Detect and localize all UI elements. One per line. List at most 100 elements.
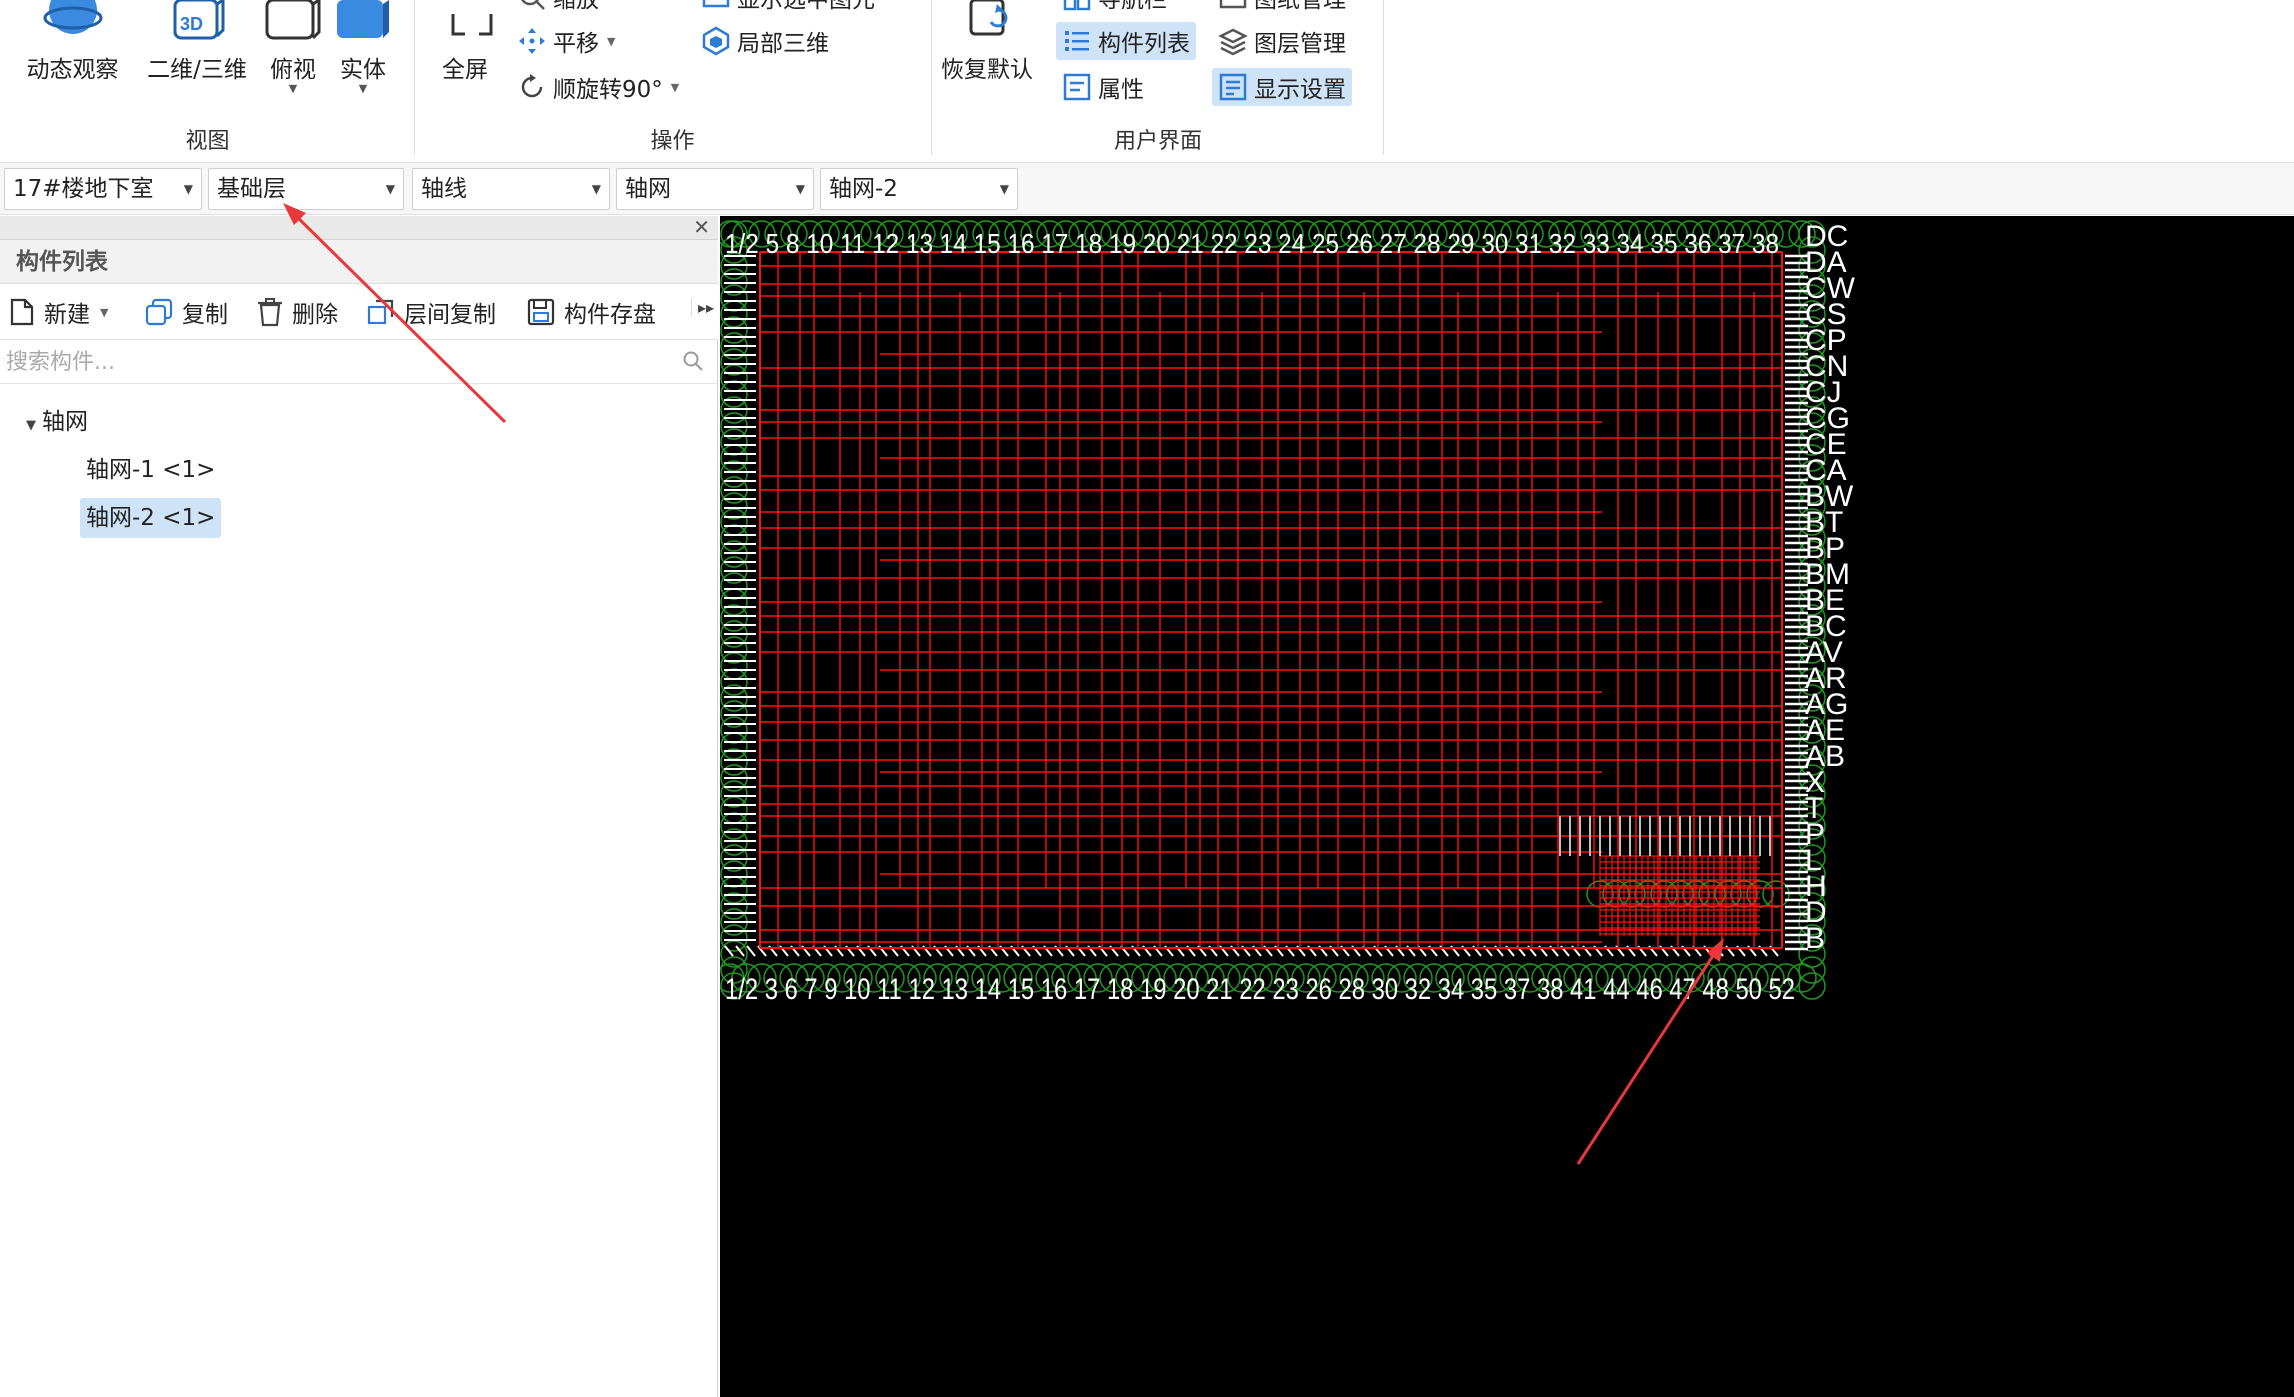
axis-bubble: [720, 316, 748, 344]
delete-button[interactable]: 删除: [256, 294, 338, 330]
floor-select[interactable]: 基础层 ▼: [208, 168, 404, 210]
category-select[interactable]: 轴线 ▼: [412, 168, 610, 210]
item-select[interactable]: 轴网-2 ▼: [820, 168, 1018, 210]
chevron-down-icon[interactable]: ▼: [607, 35, 615, 48]
local-3d-button[interactable]: 局部三维: [695, 22, 835, 60]
tree-item-axis-grid-2[interactable]: 轴网-2 <1>: [80, 498, 222, 538]
show-selected-button[interactable]: 显示选中图元: [695, 0, 881, 16]
toolbar-overflow-icon[interactable]: ▸▸: [690, 298, 714, 317]
local-3d-icon: [702, 26, 730, 56]
copy-label: 复制: [182, 302, 228, 328]
drawing-canvas[interactable]: 1/2 5 8 10 11 12 13 14 15 16 17 18 19 20…: [720, 216, 2294, 1397]
axis-bubble-layer: [720, 220, 1826, 1000]
axis-bubble: [720, 284, 748, 312]
orbit-button[interactable]: 动态观察: [10, 0, 135, 110]
fullscreen-button[interactable]: 全屏: [415, 0, 515, 110]
axis-bubble: [720, 780, 748, 808]
view-group: 动态观察 3D 二维/三维 俯视 ▼ 实体 ▼ 视图: [0, 0, 415, 163]
solid-button[interactable]: 实体 ▼: [328, 0, 398, 110]
2d-3d-button[interactable]: 3D 二维/三维: [138, 0, 256, 110]
component-list-toggle[interactable]: 构件列表: [1056, 22, 1196, 60]
axis-bubble: [720, 460, 748, 488]
solid-label: 实体: [340, 57, 386, 83]
rotate-icon: [521, 74, 543, 98]
axis-grid-drawing: 1/2 5 8 10 11 12 13 14 15 16 17 18 19 20…: [720, 220, 1856, 1006]
chevron-down-icon: ▼: [795, 182, 805, 196]
axis-bubble: [720, 652, 748, 680]
top-view-icon: [265, 0, 321, 40]
save-component-button[interactable]: 构件存盘: [526, 294, 656, 330]
new-label: 新建: [44, 302, 90, 328]
pan-button[interactable]: 平移 ▼: [511, 22, 621, 60]
axis-bubble: [1602, 880, 1630, 908]
chevron-down-icon: ▼: [999, 182, 1009, 196]
save-label: 构件存盘: [564, 302, 656, 328]
layers-icon: [1218, 28, 1248, 56]
orbit-icon: [43, 0, 102, 34]
navigator-icon: [1063, 0, 1091, 11]
axis-bubble: [720, 524, 748, 552]
axis-bubble: [720, 492, 748, 520]
axis-bubble: [720, 892, 748, 920]
svg-text:3D: 3D: [180, 14, 203, 34]
type-select[interactable]: 轴网 ▼: [616, 168, 814, 210]
drawing-mgmt-button[interactable]: 图纸管理: [1212, 0, 1352, 16]
axis-bubble: [720, 860, 748, 888]
rotate-button[interactable]: 顺旋转90° ▼: [511, 68, 685, 106]
pan-label: 平移: [553, 31, 599, 57]
right-axis-label: B: [1805, 922, 1825, 955]
layer-mgmt-button[interactable]: 图层管理: [1212, 22, 1352, 60]
chevron-down-icon[interactable]: ▼: [671, 81, 679, 94]
display-settings-icon: [1219, 73, 1247, 101]
fullscreen-icon: [451, 14, 493, 36]
axis-bubble: [720, 588, 748, 616]
category-select-value: 轴线: [421, 176, 467, 202]
tree-expand-icon[interactable]: ▼: [26, 418, 36, 433]
copy-button[interactable]: 复制: [144, 294, 228, 330]
display-settings-label: 显示设置: [1254, 77, 1346, 103]
new-file-icon: [10, 298, 34, 326]
floor-copy-icon: [367, 299, 394, 325]
restore-default-label: 恢复默认: [941, 57, 1033, 83]
top-view-button[interactable]: 俯视 ▼: [258, 0, 328, 110]
component-list-label: 构件列表: [1098, 31, 1190, 57]
top-axis-labels: 1/2 5 8 10 11 12 13 14 15 16 17 18 19 20…: [725, 228, 1779, 259]
zoom-button[interactable]: 缩放: [511, 0, 605, 16]
zoom-label: 缩放: [553, 0, 599, 13]
new-button[interactable]: 新建 ▼: [8, 294, 108, 330]
tree-item-axis-grid-1[interactable]: 轴网-1 <1>: [80, 450, 221, 490]
axis-bubble: [720, 428, 748, 456]
chevron-down-icon: ▼: [385, 182, 395, 196]
search-row: [0, 340, 718, 384]
delete-label: 删除: [292, 302, 338, 328]
axis-labels-layer: 1/2 5 8 10 11 12 13 14 15 16 17 18 19 20…: [725, 228, 1795, 1006]
floor-copy-button[interactable]: 层间复制: [366, 294, 496, 330]
chevron-down-icon[interactable]: ▼: [100, 306, 108, 319]
copy-icon: [145, 298, 173, 326]
drawing-icon: [1219, 0, 1247, 9]
restore-default-button[interactable]: 恢复默认: [937, 0, 1037, 110]
ribbon-separator: [1383, 0, 1384, 155]
building-select[interactable]: 17#楼地下室 ▼: [4, 168, 202, 210]
properties-button[interactable]: 属性: [1056, 68, 1150, 106]
tree-root[interactable]: ▼ 轴网: [20, 402, 94, 442]
axis-line: [746, 945, 756, 957]
navigator-button[interactable]: 导航栏: [1056, 0, 1173, 16]
chevron-down-icon[interactable]: ▼: [359, 82, 367, 95]
properties-icon: [1063, 73, 1091, 101]
rotate-label: 顺旋转90°: [553, 77, 663, 103]
axis-bubble: [1666, 880, 1694, 908]
solid-icon: [337, 0, 389, 38]
display-settings-toggle[interactable]: 显示设置: [1212, 68, 1352, 106]
axis-bubble: [720, 732, 748, 760]
axis-bubble: [720, 380, 748, 408]
selector-bar: 17#楼地下室 ▼ 基础层 ▼ 轴线 ▼ 轴网 ▼ 轴网-2 ▼: [0, 163, 2294, 215]
search-icon[interactable]: [682, 350, 704, 372]
chevron-down-icon[interactable]: ▼: [289, 82, 297, 95]
search-input[interactable]: [4, 344, 664, 380]
axis-bubble: [720, 716, 748, 744]
axis-bubble: [720, 748, 748, 776]
close-icon[interactable]: ✕: [693, 216, 710, 238]
list-icon: [1065, 31, 1089, 51]
axis-bubble: [720, 636, 748, 664]
